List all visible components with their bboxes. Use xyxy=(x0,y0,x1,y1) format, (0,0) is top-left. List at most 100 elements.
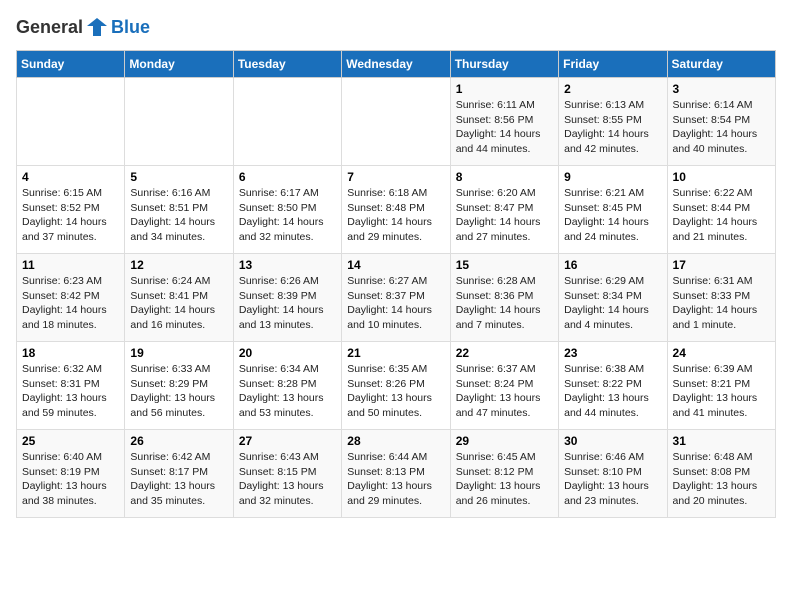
day-info: Sunrise: 6:24 AMSunset: 8:41 PMDaylight:… xyxy=(130,274,227,333)
calendar-cell: 19 Sunrise: 6:33 AMSunset: 8:29 PMDayligh… xyxy=(125,342,233,430)
calendar-cell: 30 Sunrise: 6:46 AMSunset: 8:10 PMDayligh… xyxy=(559,430,667,518)
day-number: 11 xyxy=(22,258,119,272)
day-info: Sunrise: 6:18 AMSunset: 8:48 PMDaylight:… xyxy=(347,186,444,245)
calendar-cell: 11 Sunrise: 6:23 AMSunset: 8:42 PMDayligh… xyxy=(17,254,125,342)
calendar-cell: 17 Sunrise: 6:31 AMSunset: 8:33 PMDayligh… xyxy=(667,254,775,342)
calendar-week-row: 11 Sunrise: 6:23 AMSunset: 8:42 PMDayligh… xyxy=(17,254,776,342)
day-number: 6 xyxy=(239,170,336,184)
calendar-cell: 31Sunrise: 6:48 AMSunset: 8:08 PMDayligh… xyxy=(667,430,775,518)
calendar-cell: 24 Sunrise: 6:39 AMSunset: 8:21 PMDayligh… xyxy=(667,342,775,430)
day-info: Sunrise: 6:22 AMSunset: 8:44 PMDaylight:… xyxy=(673,186,770,245)
calendar-cell: 21Sunrise: 6:35 AMSunset: 8:26 PMDayligh… xyxy=(342,342,450,430)
calendar-table: SundayMondayTuesdayWednesdayThursdayFrid… xyxy=(16,50,776,518)
day-number: 8 xyxy=(456,170,553,184)
calendar-week-row: 1Sunrise: 6:11 AMSunset: 8:56 PMDaylight… xyxy=(17,78,776,166)
calendar-cell: 9 Sunrise: 6:21 AMSunset: 8:45 PMDaylight… xyxy=(559,166,667,254)
day-number: 16 xyxy=(564,258,661,272)
day-of-week-header: Saturday xyxy=(667,51,775,78)
day-number: 26 xyxy=(130,434,227,448)
day-number: 18 xyxy=(22,346,119,360)
calendar-cell: 7 Sunrise: 6:18 AMSunset: 8:48 PMDaylight… xyxy=(342,166,450,254)
day-info: Sunrise: 6:32 AMSunset: 8:31 PMDaylight:… xyxy=(22,362,119,421)
day-number: 2 xyxy=(564,82,661,96)
day-info: Sunrise: 6:33 AMSunset: 8:29 PMDaylight:… xyxy=(130,362,227,421)
calendar-cell: 10Sunrise: 6:22 AMSunset: 8:44 PMDayligh… xyxy=(667,166,775,254)
calendar-cell: 4Sunrise: 6:15 AMSunset: 8:52 PMDaylight… xyxy=(17,166,125,254)
calendar-cell: 5 Sunrise: 6:16 AMSunset: 8:51 PMDaylight… xyxy=(125,166,233,254)
day-number: 25 xyxy=(22,434,119,448)
day-number: 20 xyxy=(239,346,336,360)
day-number: 23 xyxy=(564,346,661,360)
day-info: Sunrise: 6:13 AMSunset: 8:55 PMDaylight:… xyxy=(564,98,661,157)
calendar-cell: 29 Sunrise: 6:45 AMSunset: 8:12 PMDayligh… xyxy=(450,430,558,518)
day-number: 24 xyxy=(673,346,770,360)
day-info: Sunrise: 6:42 AMSunset: 8:17 PMDaylight:… xyxy=(130,450,227,509)
day-info: Sunrise: 6:14 AMSunset: 8:54 PMDaylight:… xyxy=(673,98,770,157)
day-number: 29 xyxy=(456,434,553,448)
day-number: 4 xyxy=(22,170,119,184)
day-info: Sunrise: 6:26 AMSunset: 8:39 PMDaylight:… xyxy=(239,274,336,333)
day-number: 9 xyxy=(564,170,661,184)
calendar-cell xyxy=(125,78,233,166)
logo-bird-icon xyxy=(87,16,107,38)
day-number: 31 xyxy=(673,434,770,448)
day-of-week-header: Sunday xyxy=(17,51,125,78)
day-info: Sunrise: 6:31 AMSunset: 8:33 PMDaylight:… xyxy=(673,274,770,333)
calendar-week-row: 25 Sunrise: 6:40 AMSunset: 8:19 PMDayligh… xyxy=(17,430,776,518)
day-info: Sunrise: 6:21 AMSunset: 8:45 PMDaylight:… xyxy=(564,186,661,245)
logo-general: General xyxy=(16,17,83,38)
calendar-cell: 13Sunrise: 6:26 AMSunset: 8:39 PMDayligh… xyxy=(233,254,341,342)
calendar-cell: 22 Sunrise: 6:37 AMSunset: 8:24 PMDayligh… xyxy=(450,342,558,430)
day-number: 30 xyxy=(564,434,661,448)
page-header: General Blue xyxy=(16,16,776,38)
calendar-cell: 18 Sunrise: 6:32 AMSunset: 8:31 PMDayligh… xyxy=(17,342,125,430)
day-info: Sunrise: 6:11 AMSunset: 8:56 PMDaylight:… xyxy=(456,98,553,157)
day-of-week-header: Wednesday xyxy=(342,51,450,78)
calendar-cell: 28 Sunrise: 6:44 AMSunset: 8:13 PMDayligh… xyxy=(342,430,450,518)
day-info: Sunrise: 6:39 AMSunset: 8:21 PMDaylight:… xyxy=(673,362,770,421)
day-of-week-header: Monday xyxy=(125,51,233,78)
calendar-cell xyxy=(233,78,341,166)
day-of-week-header: Thursday xyxy=(450,51,558,78)
day-number: 15 xyxy=(456,258,553,272)
day-info: Sunrise: 6:45 AMSunset: 8:12 PMDaylight:… xyxy=(456,450,553,509)
day-number: 19 xyxy=(130,346,227,360)
calendar-cell: 20 Sunrise: 6:34 AMSunset: 8:28 PMDayligh… xyxy=(233,342,341,430)
calendar-cell: 26 Sunrise: 6:42 AMSunset: 8:17 PMDayligh… xyxy=(125,430,233,518)
calendar-cell: 6 Sunrise: 6:17 AMSunset: 8:50 PMDaylight… xyxy=(233,166,341,254)
day-of-week-header: Tuesday xyxy=(233,51,341,78)
calendar-cell: 23Sunrise: 6:38 AMSunset: 8:22 PMDayligh… xyxy=(559,342,667,430)
day-info: Sunrise: 6:17 AMSunset: 8:50 PMDaylight:… xyxy=(239,186,336,245)
calendar-week-row: 18 Sunrise: 6:32 AMSunset: 8:31 PMDayligh… xyxy=(17,342,776,430)
calendar-cell: 3 Sunrise: 6:14 AMSunset: 8:54 PMDaylight… xyxy=(667,78,775,166)
day-info: Sunrise: 6:16 AMSunset: 8:51 PMDaylight:… xyxy=(130,186,227,245)
day-info: Sunrise: 6:44 AMSunset: 8:13 PMDaylight:… xyxy=(347,450,444,509)
day-number: 7 xyxy=(347,170,444,184)
day-number: 28 xyxy=(347,434,444,448)
calendar-cell: 1Sunrise: 6:11 AMSunset: 8:56 PMDaylight… xyxy=(450,78,558,166)
day-of-week-header: Friday xyxy=(559,51,667,78)
calendar-cell: 2 Sunrise: 6:13 AMSunset: 8:55 PMDaylight… xyxy=(559,78,667,166)
calendar-cell xyxy=(342,78,450,166)
day-info: Sunrise: 6:40 AMSunset: 8:19 PMDaylight:… xyxy=(22,450,119,509)
calendar-cell: 25 Sunrise: 6:40 AMSunset: 8:19 PMDayligh… xyxy=(17,430,125,518)
day-info: Sunrise: 6:23 AMSunset: 8:42 PMDaylight:… xyxy=(22,274,119,333)
day-number: 22 xyxy=(456,346,553,360)
day-info: Sunrise: 6:20 AMSunset: 8:47 PMDaylight:… xyxy=(456,186,553,245)
day-info: Sunrise: 6:35 AMSunset: 8:26 PMDaylight:… xyxy=(347,362,444,421)
calendar-week-row: 4Sunrise: 6:15 AMSunset: 8:52 PMDaylight… xyxy=(17,166,776,254)
day-number: 17 xyxy=(673,258,770,272)
logo-blue: Blue xyxy=(111,17,150,38)
calendar-cell: 8 Sunrise: 6:20 AMSunset: 8:47 PMDaylight… xyxy=(450,166,558,254)
calendar-cell: 27Sunrise: 6:43 AMSunset: 8:15 PMDayligh… xyxy=(233,430,341,518)
day-number: 5 xyxy=(130,170,227,184)
calendar-cell: 15Sunrise: 6:28 AMSunset: 8:36 PMDayligh… xyxy=(450,254,558,342)
day-number: 27 xyxy=(239,434,336,448)
day-info: Sunrise: 6:37 AMSunset: 8:24 PMDaylight:… xyxy=(456,362,553,421)
day-number: 3 xyxy=(673,82,770,96)
day-info: Sunrise: 6:46 AMSunset: 8:10 PMDaylight:… xyxy=(564,450,661,509)
day-info: Sunrise: 6:29 AMSunset: 8:34 PMDaylight:… xyxy=(564,274,661,333)
day-info: Sunrise: 6:34 AMSunset: 8:28 PMDaylight:… xyxy=(239,362,336,421)
calendar-cell: 14Sunrise: 6:27 AMSunset: 8:37 PMDayligh… xyxy=(342,254,450,342)
day-info: Sunrise: 6:27 AMSunset: 8:37 PMDaylight:… xyxy=(347,274,444,333)
